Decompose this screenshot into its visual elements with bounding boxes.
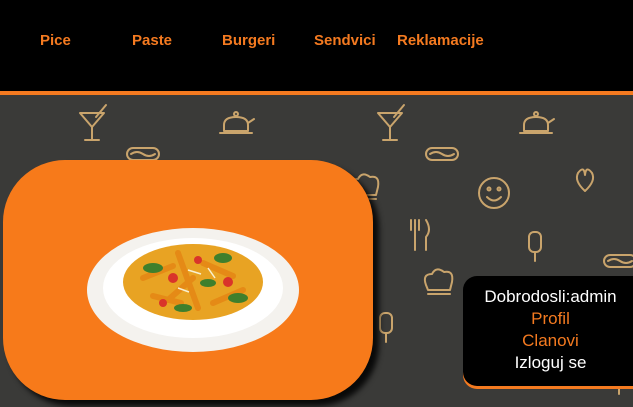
nav-item-burgeri[interactable]: Burgeri bbox=[222, 32, 275, 49]
logout-link[interactable]: Izloguj se bbox=[463, 352, 633, 374]
pasta-dish-image bbox=[87, 228, 299, 352]
hotdog-icon bbox=[603, 254, 633, 268]
nav-item-sendvici[interactable]: Sendvici bbox=[314, 32, 376, 49]
heart-icon bbox=[575, 168, 595, 192]
user-panel: Dobrodosli:admin Profil Clanovi Izloguj … bbox=[463, 276, 633, 386]
hotdog-icon bbox=[425, 147, 459, 161]
popsicle-icon bbox=[379, 312, 393, 343]
teapot-icon bbox=[519, 111, 555, 134]
popsicle-icon bbox=[528, 231, 542, 262]
smiley-icon bbox=[478, 177, 510, 209]
teapot-icon bbox=[219, 111, 255, 134]
nav-item-pice[interactable]: Pice bbox=[40, 32, 71, 49]
nav-item-reklamacije[interactable]: Reklamacije bbox=[397, 32, 484, 49]
members-link[interactable]: Clanovi bbox=[463, 330, 633, 352]
nav-item-paste[interactable]: Paste bbox=[132, 32, 172, 49]
greeting-text: Dobrodosli:admin bbox=[484, 287, 617, 306]
cocktail-icon bbox=[79, 104, 107, 141]
profile-link[interactable]: Profil bbox=[463, 308, 633, 330]
top-navigation: Pice Paste Burgeri Sendvici Reklamacije bbox=[0, 0, 633, 91]
hero-image-card bbox=[3, 160, 373, 400]
fork-knife-icon bbox=[410, 219, 430, 251]
hotdog-icon bbox=[126, 147, 160, 161]
cocktail-icon bbox=[377, 104, 405, 141]
chef-hat-icon bbox=[423, 268, 454, 295]
